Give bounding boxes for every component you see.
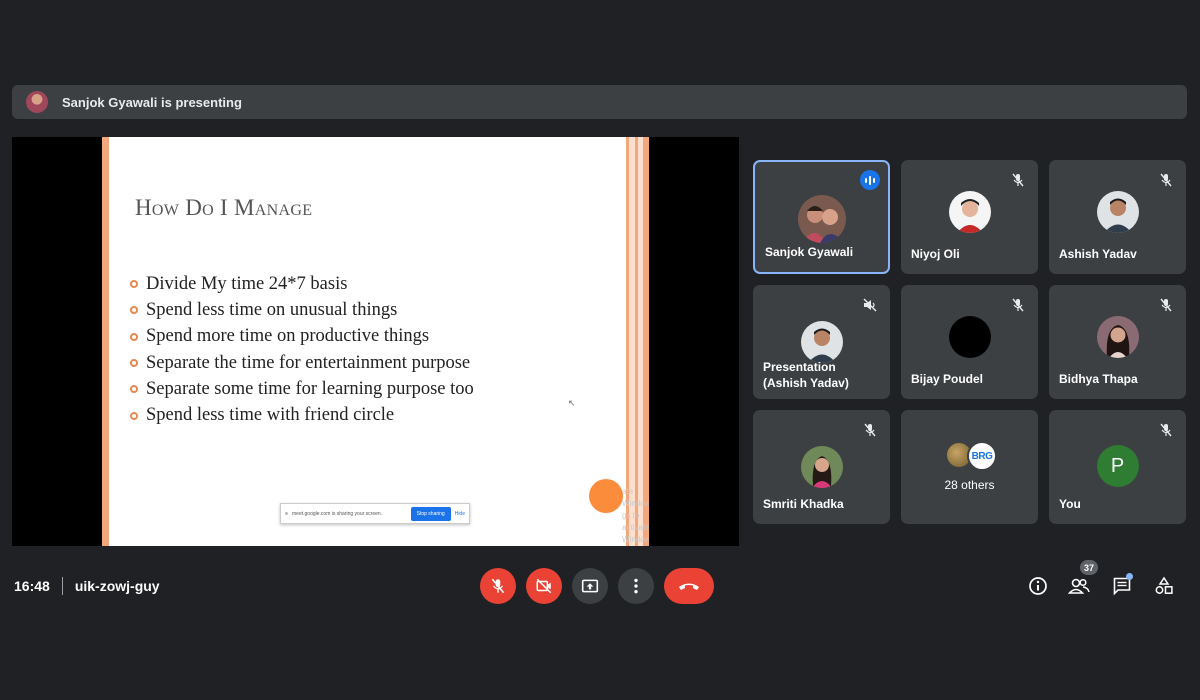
meeting-info: 16:48 uik-zowj-guy <box>14 577 160 595</box>
leave-call-button[interactable] <box>664 568 714 604</box>
mouse-cursor-icon: ↖ <box>568 398 576 408</box>
participant-tile-self[interactable]: P You <box>1049 410 1186 524</box>
presentation-slide: How Do I Manage Divide My time 24*7 basi… <box>102 137 649 546</box>
activities-button[interactable] <box>1152 574 1176 598</box>
pointer-highlight <box>589 479 623 513</box>
volume-off-icon <box>863 298 877 312</box>
divider <box>61 577 63 595</box>
activate-windows-watermark: ate Windows gs to activate Windows. <box>622 487 649 544</box>
participant-tile[interactable]: Smriti Khadka <box>753 410 890 524</box>
meeting-code[interactable]: uik-zowj-guy <box>75 578 160 594</box>
audio-level-icon <box>860 170 880 190</box>
hide-button[interactable]: Hide <box>455 511 465 517</box>
avatar: BRG <box>967 441 997 471</box>
participant-tile[interactable]: Niyoj Oli <box>901 160 1038 274</box>
participant-name: Smriti Khadka <box>763 497 844 511</box>
slide-right-border <box>623 137 649 546</box>
more-options-icon <box>634 578 638 594</box>
slide-bullet-list: Divide My time 24*7 basis Spend less tim… <box>130 271 474 429</box>
mic-off-icon <box>1160 298 1172 312</box>
participant-name: You <box>1059 497 1081 511</box>
participant-tile[interactable]: Bidhya Thapa <box>1049 285 1186 399</box>
drag-handle-icon[interactable] <box>285 512 288 515</box>
bullet-icon <box>130 385 138 394</box>
bullet-icon <box>130 359 138 368</box>
slide-bullet: Spend less time on unusual things <box>130 297 474 323</box>
more-options-button[interactable] <box>618 568 654 604</box>
mic-off-icon <box>1012 173 1024 187</box>
presenting-text: Sanjok Gyawali is presenting <box>62 94 242 110</box>
presenting-banner: Sanjok Gyawali is presenting <box>12 85 1187 119</box>
leave-call-icon <box>679 583 699 590</box>
camera-off-icon <box>536 578 552 594</box>
slide-bullet: Separate the time for entertainment purp… <box>130 350 474 376</box>
presenter-avatar <box>26 91 48 113</box>
info-icon <box>1029 577 1047 595</box>
present-now-button[interactable] <box>572 568 608 604</box>
participant-name: Niyoj Oli <box>911 247 960 261</box>
bullet-icon <box>130 280 138 289</box>
avatar <box>1096 191 1139 233</box>
stop-sharing-button[interactable]: Stop sharing <box>410 506 451 521</box>
slide-bullet: Divide My time 24*7 basis <box>130 271 474 297</box>
slide-bullet: Spend less time with friend circle <box>130 402 474 428</box>
people-button[interactable] <box>1067 574 1091 598</box>
bullet-icon <box>130 411 138 420</box>
presentation-stage: How Do I Manage Divide My time 24*7 basi… <box>12 137 739 546</box>
avatar <box>800 446 843 488</box>
avatar <box>800 321 843 363</box>
avatar <box>1096 316 1139 358</box>
participant-tile[interactable]: Ashish Yadav <box>1049 160 1186 274</box>
slide-left-border <box>102 137 109 546</box>
avatar: P <box>1096 445 1139 487</box>
meeting-details-button[interactable] <box>1026 574 1050 598</box>
mic-toggle-button[interactable] <box>480 568 516 604</box>
others-tile[interactable]: BRG 28 others <box>901 410 1038 524</box>
mic-off-icon <box>491 578 505 594</box>
bullet-icon <box>130 332 138 341</box>
avatar <box>948 316 991 358</box>
present-screen-icon <box>581 579 599 593</box>
participant-name: Bijay Poudel <box>911 372 984 386</box>
bottom-toolbar: 16:48 uik-zowj-guy <box>0 564 1200 608</box>
participant-name: Ashish Yadav <box>1059 247 1137 261</box>
participant-name: Bidhya Thapa <box>1059 372 1138 386</box>
participant-tile[interactable]: Sanjok Gyawali <box>753 160 890 274</box>
mic-off-icon <box>864 423 876 437</box>
mic-off-icon <box>1012 298 1024 312</box>
participant-name: Presentation (Ashish Yadav) <box>763 360 849 390</box>
activities-icon <box>1155 576 1173 594</box>
avatar <box>948 191 991 233</box>
mic-off-icon <box>1160 423 1172 437</box>
participant-name: Sanjok Gyawali <box>765 245 854 259</box>
clock-time: 16:48 <box>14 578 50 594</box>
participant-count-badge: 37 <box>1080 560 1098 575</box>
sharing-notice: meet.google.com is sharing your screen. <box>292 510 383 517</box>
screen-sharing-banner: meet.google.com is sharing your screen. … <box>280 503 470 524</box>
bullet-icon <box>130 306 138 315</box>
camera-toggle-button[interactable] <box>526 568 562 604</box>
people-icon <box>1068 578 1090 594</box>
participant-tile[interactable]: Presentation (Ashish Yadav) <box>753 285 890 399</box>
slide-bullet: Separate some time for learning purpose … <box>130 376 474 402</box>
avatar <box>797 195 846 243</box>
slide-bullet: Spend more time on productive things <box>130 324 474 350</box>
unread-chat-indicator <box>1126 573 1133 580</box>
others-count-label: 28 others <box>944 478 995 492</box>
participant-grid: Sanjok Gyawali Niyoj Oli Ashish Yadav Pr… <box>753 160 1187 524</box>
mic-off-icon <box>1160 173 1172 187</box>
slide-title: How Do I Manage <box>135 195 313 220</box>
others-avatars: BRG <box>945 441 1005 471</box>
participant-tile[interactable]: Bijay Poudel <box>901 285 1038 399</box>
